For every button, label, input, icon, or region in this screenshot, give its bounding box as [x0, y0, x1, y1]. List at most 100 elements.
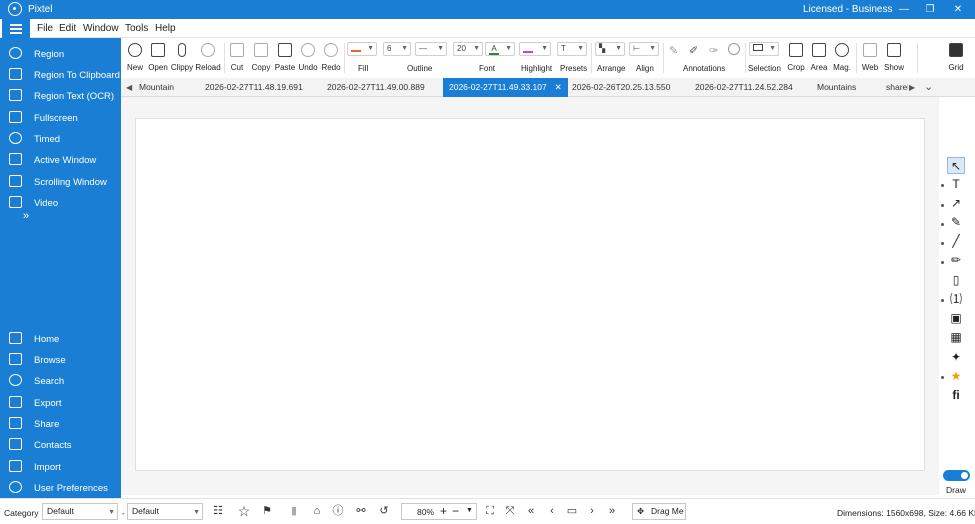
tab-capture-1[interactable]: 2026-02-27T11.48.19.691: [205, 78, 303, 97]
close-window-button[interactable]: ✕: [947, 2, 969, 17]
tab-scroll-left-icon[interactable]: ◀: [126, 78, 132, 97]
tab-scroll-right-icon[interactable]: ▶: [909, 78, 915, 97]
highlight-dropdown[interactable]: ▼: [519, 42, 551, 56]
category-select[interactable]: Default ▼: [42, 503, 118, 520]
menu-edit[interactable]: Edit: [59, 23, 76, 34]
tab-sharel[interactable]: sharel: [886, 78, 908, 97]
marker-icon[interactable]: ✏: [947, 252, 965, 269]
tag-select[interactable]: Default ▼: [127, 503, 203, 520]
image-canvas[interactable]: [135, 118, 925, 471]
font-size-dropdown[interactable]: 20 ▼: [453, 42, 483, 56]
tab-overflow-icon[interactable]: ⌄: [924, 78, 933, 97]
sidebar-item-import[interactable]: Import: [0, 457, 121, 477]
step-number-icon[interactable]: ⑴: [947, 291, 965, 308]
broom-icon[interactable]: ✑: [709, 44, 718, 57]
fill-dropdown[interactable]: ▼: [347, 42, 377, 56]
last-image-icon[interactable]: »: [605, 504, 619, 518]
star-outline-icon[interactable]: ☆: [237, 504, 251, 518]
align-dropdown[interactable]: ⊢ ▼: [629, 42, 659, 56]
selection-dropdown[interactable]: ▼: [749, 42, 779, 56]
pen-icon[interactable]: ✎: [947, 214, 965, 231]
presets-dropdown[interactable]: T ▼: [557, 42, 587, 56]
sidebar-item-region[interactable]: Region: [0, 44, 121, 64]
sidebar-item-home[interactable]: Home: [0, 329, 121, 349]
tab-capture-2[interactable]: 2026-02-27T11.49.00.889: [327, 78, 425, 97]
tab-capture-5[interactable]: 2026-02-27T11.24.52.284: [695, 78, 793, 97]
note-icon[interactable]: ▯: [947, 272, 965, 289]
zoom-control[interactable]: 80% + − ▼: [401, 503, 477, 520]
flag-icon[interactable]: ⚑: [260, 504, 274, 518]
sidebar-item-timed[interactable]: Timed: [0, 129, 121, 149]
crop-button[interactable]: Crop: [785, 41, 807, 77]
outline-style-dropdown[interactable]: — ▼: [415, 42, 447, 56]
tab-capture-active[interactable]: 2026-02-27T11.49.33.107 ✕: [443, 78, 568, 97]
sidebar-item-active-window[interactable]: Active Window: [0, 150, 121, 170]
menu-help[interactable]: Help: [155, 23, 176, 34]
star-icon[interactable]: ★: [947, 368, 965, 385]
fit-screen-icon[interactable]: ⛶: [483, 504, 497, 518]
redo-button[interactable]: Redo: [320, 41, 342, 77]
text-icon[interactable]: T: [947, 176, 965, 193]
stamp-icon[interactable]: ▣: [947, 310, 965, 327]
sidebar-item-video[interactable]: Video: [0, 193, 121, 213]
magnify-button[interactable]: Mag.: [831, 41, 853, 77]
select-icon[interactable]: ↖: [947, 157, 965, 174]
font-ligature-icon[interactable]: fi: [947, 387, 965, 404]
cut-button[interactable]: Cut: [227, 41, 247, 77]
menu-file[interactable]: File: [37, 23, 53, 34]
history-icon[interactable]: ↺: [377, 504, 391, 518]
line-icon[interactable]: ╱: [947, 233, 965, 250]
arrow-icon[interactable]: ↗: [947, 195, 965, 212]
tab-mountain[interactable]: Mountain: [139, 78, 174, 97]
sidebar-item-fullscreen[interactable]: Fullscreen: [0, 108, 121, 128]
draw-toggle[interactable]: [943, 470, 970, 481]
font-color-dropdown[interactable]: A ▼: [485, 42, 515, 56]
sidebar-item-browse[interactable]: Browse: [0, 350, 121, 370]
sidebar-item-search[interactable]: Search: [0, 371, 121, 391]
tags-icon[interactable]: ⌂: [310, 504, 324, 518]
info-icon[interactable]: ⓘ: [331, 504, 345, 518]
zoom-in-icon[interactable]: +: [440, 504, 447, 518]
previous-image-icon[interactable]: ‹: [545, 504, 559, 518]
menu-tools[interactable]: Tools: [125, 23, 148, 34]
circle-target-icon[interactable]: [728, 43, 740, 55]
paste-button[interactable]: Paste: [273, 41, 297, 77]
first-image-icon[interactable]: «: [524, 504, 538, 518]
hamburger-menu-icon[interactable]: [2, 19, 30, 39]
sidebar-item-region-text-ocr[interactable]: Region Text (OCR): [0, 86, 121, 106]
web-button[interactable]: Web: [859, 41, 881, 77]
arrange-dropdown[interactable]: ▚ ▼: [595, 42, 625, 56]
tag-list-icon[interactable]: ☷: [211, 504, 225, 518]
brush-icon[interactable]: ✐: [689, 44, 698, 57]
new-button[interactable]: New: [124, 41, 146, 77]
chevron-down-icon[interactable]: ▼: [466, 507, 473, 514]
restore-button[interactable]: ❐: [919, 2, 941, 17]
blur-icon[interactable]: ▦: [947, 329, 965, 346]
copy-button[interactable]: Copy: [249, 41, 273, 77]
magic-icon[interactable]: ✦: [947, 349, 965, 366]
actual-size-icon[interactable]: ⤧: [503, 504, 517, 518]
close-tab-icon[interactable]: ✕: [555, 82, 562, 92]
sidebar-item-user-preferences[interactable]: User Preferences: [0, 478, 121, 498]
window-mode-icon[interactable]: ▭: [565, 504, 579, 518]
menu-window[interactable]: Window: [83, 23, 119, 34]
tab-capture-4[interactable]: 2026-02-26T20.25.13.550: [572, 78, 670, 97]
sidebar-item-export[interactable]: Export: [0, 393, 121, 413]
tab-mountains[interactable]: Mountains: [817, 78, 856, 97]
bookmark-icon[interactable]: ▮: [287, 504, 301, 518]
grid-button[interactable]: Grid: [944, 41, 968, 77]
open-button[interactable]: Open: [146, 41, 170, 77]
zoom-out-icon[interactable]: −: [452, 504, 459, 518]
sidebar-more-button[interactable]: »: [23, 210, 29, 222]
next-image-icon[interactable]: ›: [585, 504, 599, 518]
clippy-button[interactable]: Clippy: [170, 41, 194, 77]
sidebar-item-contacts[interactable]: Contacts: [0, 435, 121, 455]
link-icon[interactable]: ⚯: [354, 504, 368, 518]
show-button[interactable]: Show: [882, 41, 906, 77]
minimize-button[interactable]: —: [893, 2, 915, 17]
sidebar-item-scrolling-window[interactable]: Scrolling Window: [0, 172, 121, 192]
area-button[interactable]: Area: [808, 41, 830, 77]
outline-width-dropdown[interactable]: 6 ▼: [383, 42, 411, 56]
undo-button[interactable]: Undo: [297, 41, 319, 77]
quill-icon[interactable]: ✎: [669, 44, 678, 57]
